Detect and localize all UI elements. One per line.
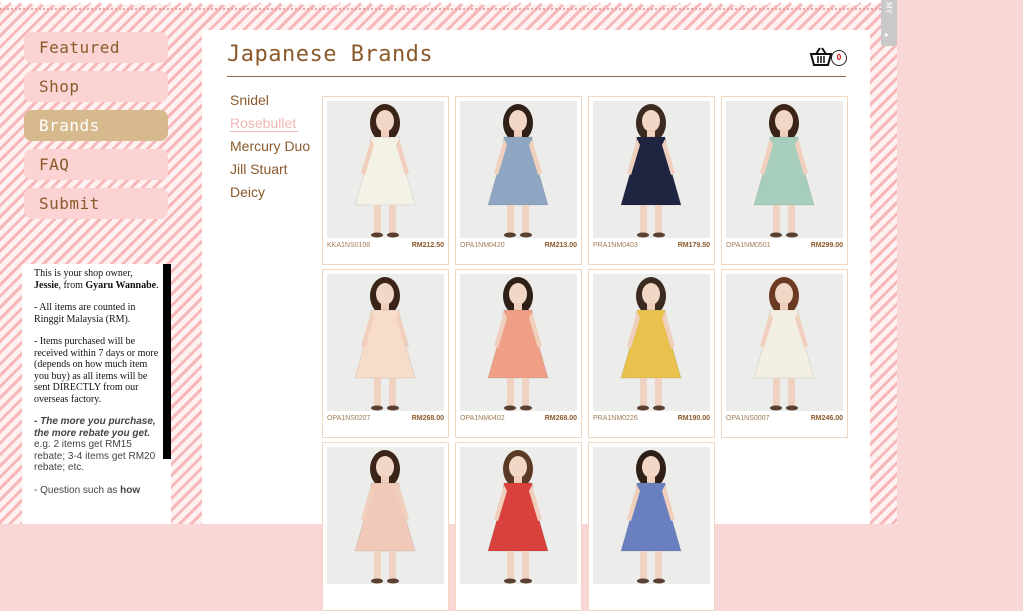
product-code: OPA1NM0501 bbox=[726, 242, 771, 249]
model-figure bbox=[620, 277, 682, 411]
side-tab-arrow-icon: ▸ bbox=[885, 30, 890, 39]
product-photo[interactable] bbox=[726, 101, 843, 238]
product-photo[interactable] bbox=[327, 274, 444, 411]
brand-link-mercury-duo[interactable]: Mercury Duo bbox=[230, 136, 320, 159]
product-price: RM190.00 bbox=[677, 415, 710, 422]
product-code: PRA1NM0226 bbox=[593, 415, 638, 422]
cart-button[interactable]: 0 bbox=[809, 47, 849, 69]
product-photo[interactable] bbox=[593, 101, 710, 238]
product-price: RM212.50 bbox=[411, 242, 444, 249]
product-card[interactable]: OPA1NM0501 RM299.00 bbox=[721, 96, 848, 265]
product-card[interactable]: PRA1NM0226 RM190.00 bbox=[588, 269, 715, 438]
owner-rebate-note: - The more you purchase, the more rebate… bbox=[34, 416, 156, 473]
product-card[interactable] bbox=[588, 442, 715, 611]
product-price: RM246.00 bbox=[810, 415, 843, 422]
model-figure bbox=[354, 277, 416, 411]
brand-link-deicy[interactable]: Deicy bbox=[230, 182, 320, 205]
side-tab[interactable]: MY ▸ bbox=[881, 0, 897, 46]
shop-owner-box: This is your shop owner, Jessie, from Gy… bbox=[22, 264, 171, 524]
owner-question-note: - Question such as how bbox=[34, 484, 141, 496]
product-code: PRA1NM0403 bbox=[593, 242, 638, 249]
nav-item-shop[interactable]: Shop bbox=[24, 71, 168, 102]
model-figure bbox=[620, 104, 682, 238]
stitch-border bbox=[0, 8, 897, 14]
owner-currency-note: - All items are counted in Ringgit Malay… bbox=[34, 302, 136, 325]
product-price: RM179.50 bbox=[677, 242, 710, 249]
product-photo[interactable] bbox=[593, 274, 710, 411]
product-code: OPA1NM0420 bbox=[460, 242, 505, 249]
cart-count-badge: 0 bbox=[831, 50, 847, 66]
product-photo[interactable] bbox=[460, 447, 577, 584]
model-figure bbox=[487, 104, 549, 238]
page-title: Japanese Brands bbox=[227, 42, 434, 67]
shop-owner-text: This is your shop owner, Jessie, from Gy… bbox=[34, 268, 162, 507]
product-photo[interactable] bbox=[460, 274, 577, 411]
brand-link-label: Jill Stuart bbox=[230, 161, 288, 177]
brand-link-label: Deicy bbox=[230, 184, 266, 200]
product-photo[interactable] bbox=[726, 274, 843, 411]
model-figure bbox=[354, 104, 416, 238]
main-nav: Featured Shop Brands FAQ Submit bbox=[24, 32, 168, 227]
product-code: KKA1NS0108 bbox=[327, 242, 371, 249]
product-card[interactable]: KKA1NS0108 RM212.50 bbox=[322, 96, 449, 265]
product-price: RM299.00 bbox=[810, 242, 843, 249]
product-card[interactable]: OPA1NM0420 RM213.00 bbox=[455, 96, 582, 265]
brand-list: Snidel Rosebullet Mercury Duo Jill Stuart De… bbox=[230, 90, 320, 205]
nav-item-brands[interactable]: Brands bbox=[24, 110, 168, 141]
nav-item-faq[interactable]: FAQ bbox=[24, 149, 168, 180]
owner-intro: This is your shop owner, Jessie, from Gy… bbox=[34, 268, 159, 291]
product-card[interactable]: PRA1NM0403 RM179.50 bbox=[588, 96, 715, 265]
product-card[interactable] bbox=[322, 442, 449, 611]
product-code: OPA1NS0007 bbox=[726, 415, 770, 422]
model-figure bbox=[753, 277, 815, 411]
nav-item-submit[interactable]: Submit bbox=[24, 188, 168, 219]
brand-link-label: Snidel bbox=[230, 92, 269, 108]
product-photo[interactable] bbox=[593, 447, 710, 584]
owner-box-scrollbar[interactable] bbox=[163, 264, 171, 459]
product-price: RM268.00 bbox=[411, 415, 444, 422]
model-figure bbox=[620, 450, 682, 584]
brand-link-label: Mercury Duo bbox=[230, 138, 311, 154]
product-code: OPA1NS0207 bbox=[327, 415, 371, 422]
product-card[interactable] bbox=[455, 442, 582, 611]
product-card[interactable]: OPA1NS0007 RM246.00 bbox=[721, 269, 848, 438]
product-price: RM213.00 bbox=[544, 242, 577, 249]
product-price: RM268.00 bbox=[544, 415, 577, 422]
brand-link-rosebullet[interactable]: Rosebullet bbox=[230, 113, 320, 136]
side-tab-label: MY bbox=[884, 2, 893, 14]
product-card[interactable]: OPA1NM0402 RM268.00 bbox=[455, 269, 582, 438]
model-figure bbox=[753, 104, 815, 238]
brand-link-jill-stuart[interactable]: Jill Stuart bbox=[230, 159, 320, 182]
basket-icon bbox=[809, 47, 833, 66]
title-divider bbox=[227, 76, 846, 77]
brand-link-snidel[interactable]: Snidel bbox=[230, 90, 320, 113]
owner-delivery-note: - Items purchased will be received withi… bbox=[34, 336, 159, 405]
product-card[interactable]: OPA1NS0207 RM268.00 bbox=[322, 269, 449, 438]
brand-link-label: Rosebullet bbox=[230, 115, 299, 132]
product-photo[interactable] bbox=[327, 101, 444, 238]
model-figure bbox=[487, 277, 549, 411]
product-photo[interactable] bbox=[327, 447, 444, 584]
product-photo[interactable] bbox=[460, 101, 577, 238]
model-figure bbox=[487, 450, 549, 584]
model-figure bbox=[354, 450, 416, 584]
main-panel: Japanese Brands 0 Snidel Rosebullet Mercur… bbox=[202, 30, 870, 611]
nav-item-featured[interactable]: Featured bbox=[24, 32, 168, 63]
product-code: OPA1NM0402 bbox=[460, 415, 505, 422]
